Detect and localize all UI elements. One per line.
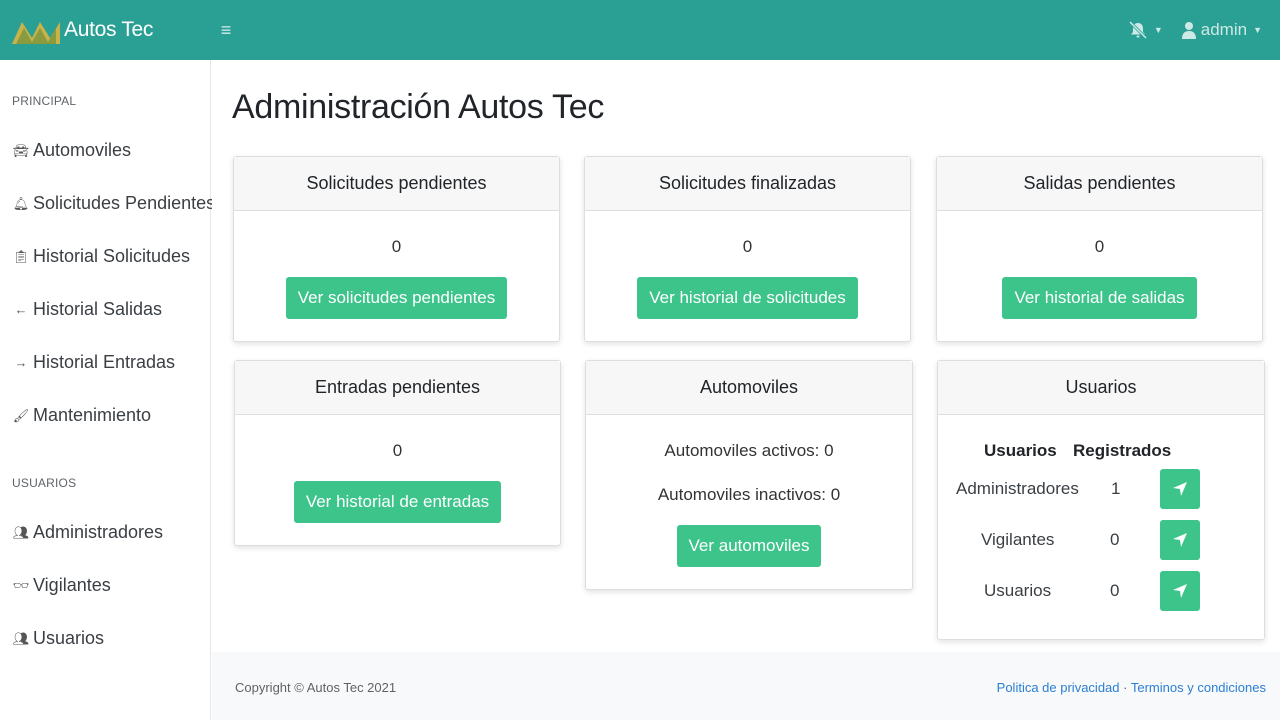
sidebar-item-label: Historial Salidas <box>33 299 163 319</box>
chevron-down-icon: ▼ <box>1153 25 1163 35</box>
sidebar-item-mantenimiento[interactable]: 🖌︎ Mantenimiento <box>12 405 151 426</box>
card-title: Solicitudes finalizadas <box>585 157 910 211</box>
row-count: 0 <box>1110 530 1120 549</box>
location-arrow-icon <box>1173 584 1187 598</box>
row-count: 1 <box>1111 479 1121 498</box>
brand-logo-icon <box>12 22 60 44</box>
sidebar-item-vigilantes[interactable]: 👓︎ Vigilantes <box>12 575 111 596</box>
glasses-icon: 👓︎ <box>12 577 30 593</box>
users-cog-icon: 👥︎ <box>12 524 30 540</box>
sidebar-heading-usuarios: USUARIOS <box>12 476 77 490</box>
column-header-registrados: Registrados <box>1073 441 1172 460</box>
ver-historial-solicitudes-button[interactable]: Ver historial de solicitudes <box>637 277 858 319</box>
users-icon: 👥︎ <box>12 630 30 646</box>
sidebar-item-label: Vigilantes <box>33 575 111 595</box>
card-salidas-pendientes: Salidas pendientes 0 Ver historial de sa… <box>936 156 1263 342</box>
location-arrow-icon <box>1173 533 1187 547</box>
automoviles-inactivos: Automoviles inactivos: 0 <box>657 485 841 504</box>
card-body: 0 Ver solicitudes pendientes <box>234 237 559 319</box>
count-value: 0 <box>391 237 402 256</box>
hamburger-icon[interactable]: ≡ <box>216 20 236 41</box>
card-automoviles: Automoviles Automoviles activos: 0 Autom… <box>585 360 913 590</box>
sidebar-item-historial-solicitudes[interactable]: 📋︎ Historial Solicitudes <box>12 246 190 267</box>
privacy-policy-link[interactable]: Politica de privacidad <box>997 680 1120 695</box>
card-title: Solicitudes pendientes <box>234 157 559 211</box>
sidebar-heading-principal: PRINCIPAL <box>12 94 77 108</box>
sidebar-item-label: Mantenimiento <box>33 405 152 425</box>
card-body: 0 Ver historial de entradas <box>235 441 560 523</box>
row-name: Usuarios <box>984 581 1052 600</box>
ver-solicitudes-pendientes-button[interactable]: Ver solicitudes pendientes <box>285 277 508 319</box>
top-navbar: Autos Tec ≡ ▼ admin ▼ <box>0 0 1280 60</box>
card-body: 0 Ver historial de solicitudes <box>585 237 910 319</box>
sidebar-item-label: Automoviles <box>33 140 132 160</box>
card-title: Entradas pendientes <box>235 361 560 415</box>
brand[interactable]: Autos Tec <box>0 0 210 60</box>
card-solicitudes-pendientes: Solicitudes pendientes 0 Ver solicitudes… <box>233 156 560 342</box>
location-arrow-icon <box>1173 482 1187 496</box>
sidebar-item-historial-salidas[interactable]: ← Historial Salidas <box>12 299 163 320</box>
sidebar-item-historial-entradas[interactable]: → Historial Entradas <box>12 352 176 373</box>
user-icon <box>1181 22 1196 39</box>
sidebar: PRINCIPAL 🚘︎ Automoviles 🔔︎ Solicitudes … <box>0 60 215 720</box>
sidebar-item-label: Administradores <box>33 522 164 542</box>
row-count: 0 <box>1110 581 1120 600</box>
user-dropdown[interactable]: admin ▼ <box>1181 20 1262 40</box>
arrow-left-icon: ← <box>14 302 28 317</box>
sidebar-item-solicitudes-pendientes[interactable]: 🔔︎ Solicitudes Pendientes <box>12 193 215 214</box>
user-name: admin <box>1200 20 1248 39</box>
count-value: 0 <box>1094 237 1105 256</box>
copyright-text: Copyright © Autos Tec 2021 <box>235 680 397 695</box>
footer: Copyright © Autos Tec 2021 Politica de p… <box>212 652 1280 720</box>
card-title: Automoviles <box>586 361 912 415</box>
sidebar-item-automoviles[interactable]: 🚘︎ Automoviles <box>12 140 131 161</box>
sidebar-item-administradores[interactable]: 👥︎ Administradores <box>12 522 163 543</box>
arrow-right-icon: → <box>14 355 28 370</box>
top-right-menu: ▼ admin ▼ <box>1128 0 1262 60</box>
main-content: Administración Autos Tec Solicitudes pen… <box>212 60 1280 652</box>
ver-historial-salidas-button[interactable]: Ver historial de salidas <box>1002 277 1197 319</box>
car-icon: 🚘︎ <box>12 142 30 158</box>
sidebar-item-usuarios[interactable]: 👥︎ Usuarios <box>12 628 104 649</box>
go-usuarios-button[interactable] <box>1160 571 1200 611</box>
brand-name: Autos Tec <box>64 18 154 41</box>
brush-icon: 🖌︎ <box>12 407 30 423</box>
automoviles-activos: Automoviles activos: 0 <box>664 441 834 460</box>
sidebar-item-label: Solicitudes Pendientes <box>33 193 216 213</box>
chevron-down-icon: ▼ <box>1253 25 1262 35</box>
card-entradas-pendientes: Entradas pendientes 0 Ver historial de e… <box>234 360 561 546</box>
ver-automoviles-button[interactable]: Ver automoviles <box>676 525 822 567</box>
sidebar-item-label: Historial Solicitudes <box>33 246 191 266</box>
count-value: 0 <box>742 237 753 256</box>
card-title: Usuarios <box>938 361 1264 415</box>
footer-separator: · <box>1123 680 1128 695</box>
terms-link[interactable]: Terminos y condiciones <box>1131 680 1266 695</box>
sidebar-item-label: Usuarios <box>33 628 105 648</box>
row-name: Administradores <box>956 479 1079 498</box>
ver-historial-entradas-button[interactable]: Ver historial de entradas <box>293 481 502 523</box>
go-vigilantes-button[interactable] <box>1160 520 1200 560</box>
footer-links: Politica de privacidad · Terminos y cond… <box>997 680 1266 695</box>
card-solicitudes-finalizadas: Solicitudes finalizadas 0 Ver historial … <box>584 156 911 342</box>
bell-slash-icon <box>1128 21 1147 39</box>
sidebar-item-label: Historial Entradas <box>33 352 176 372</box>
card-body: 0 Ver historial de salidas <box>937 237 1262 319</box>
notifications-dropdown[interactable]: ▼ <box>1128 21 1163 39</box>
go-administradores-button[interactable] <box>1160 469 1200 509</box>
card-title: Salidas pendientes <box>937 157 1262 211</box>
column-header-usuarios: Usuarios <box>984 441 1057 460</box>
card-usuarios: Usuarios Usuarios Registrados Administra… <box>937 360 1265 640</box>
row-name: Vigilantes <box>981 530 1055 549</box>
page-title: Administración Autos Tec <box>232 88 605 126</box>
card-body: Automoviles activos: 0 Automoviles inact… <box>586 441 912 567</box>
count-value: 0 <box>392 441 403 460</box>
clipboard-icon: 📋︎ <box>12 248 30 264</box>
bell-icon: 🔔︎ <box>12 195 30 211</box>
